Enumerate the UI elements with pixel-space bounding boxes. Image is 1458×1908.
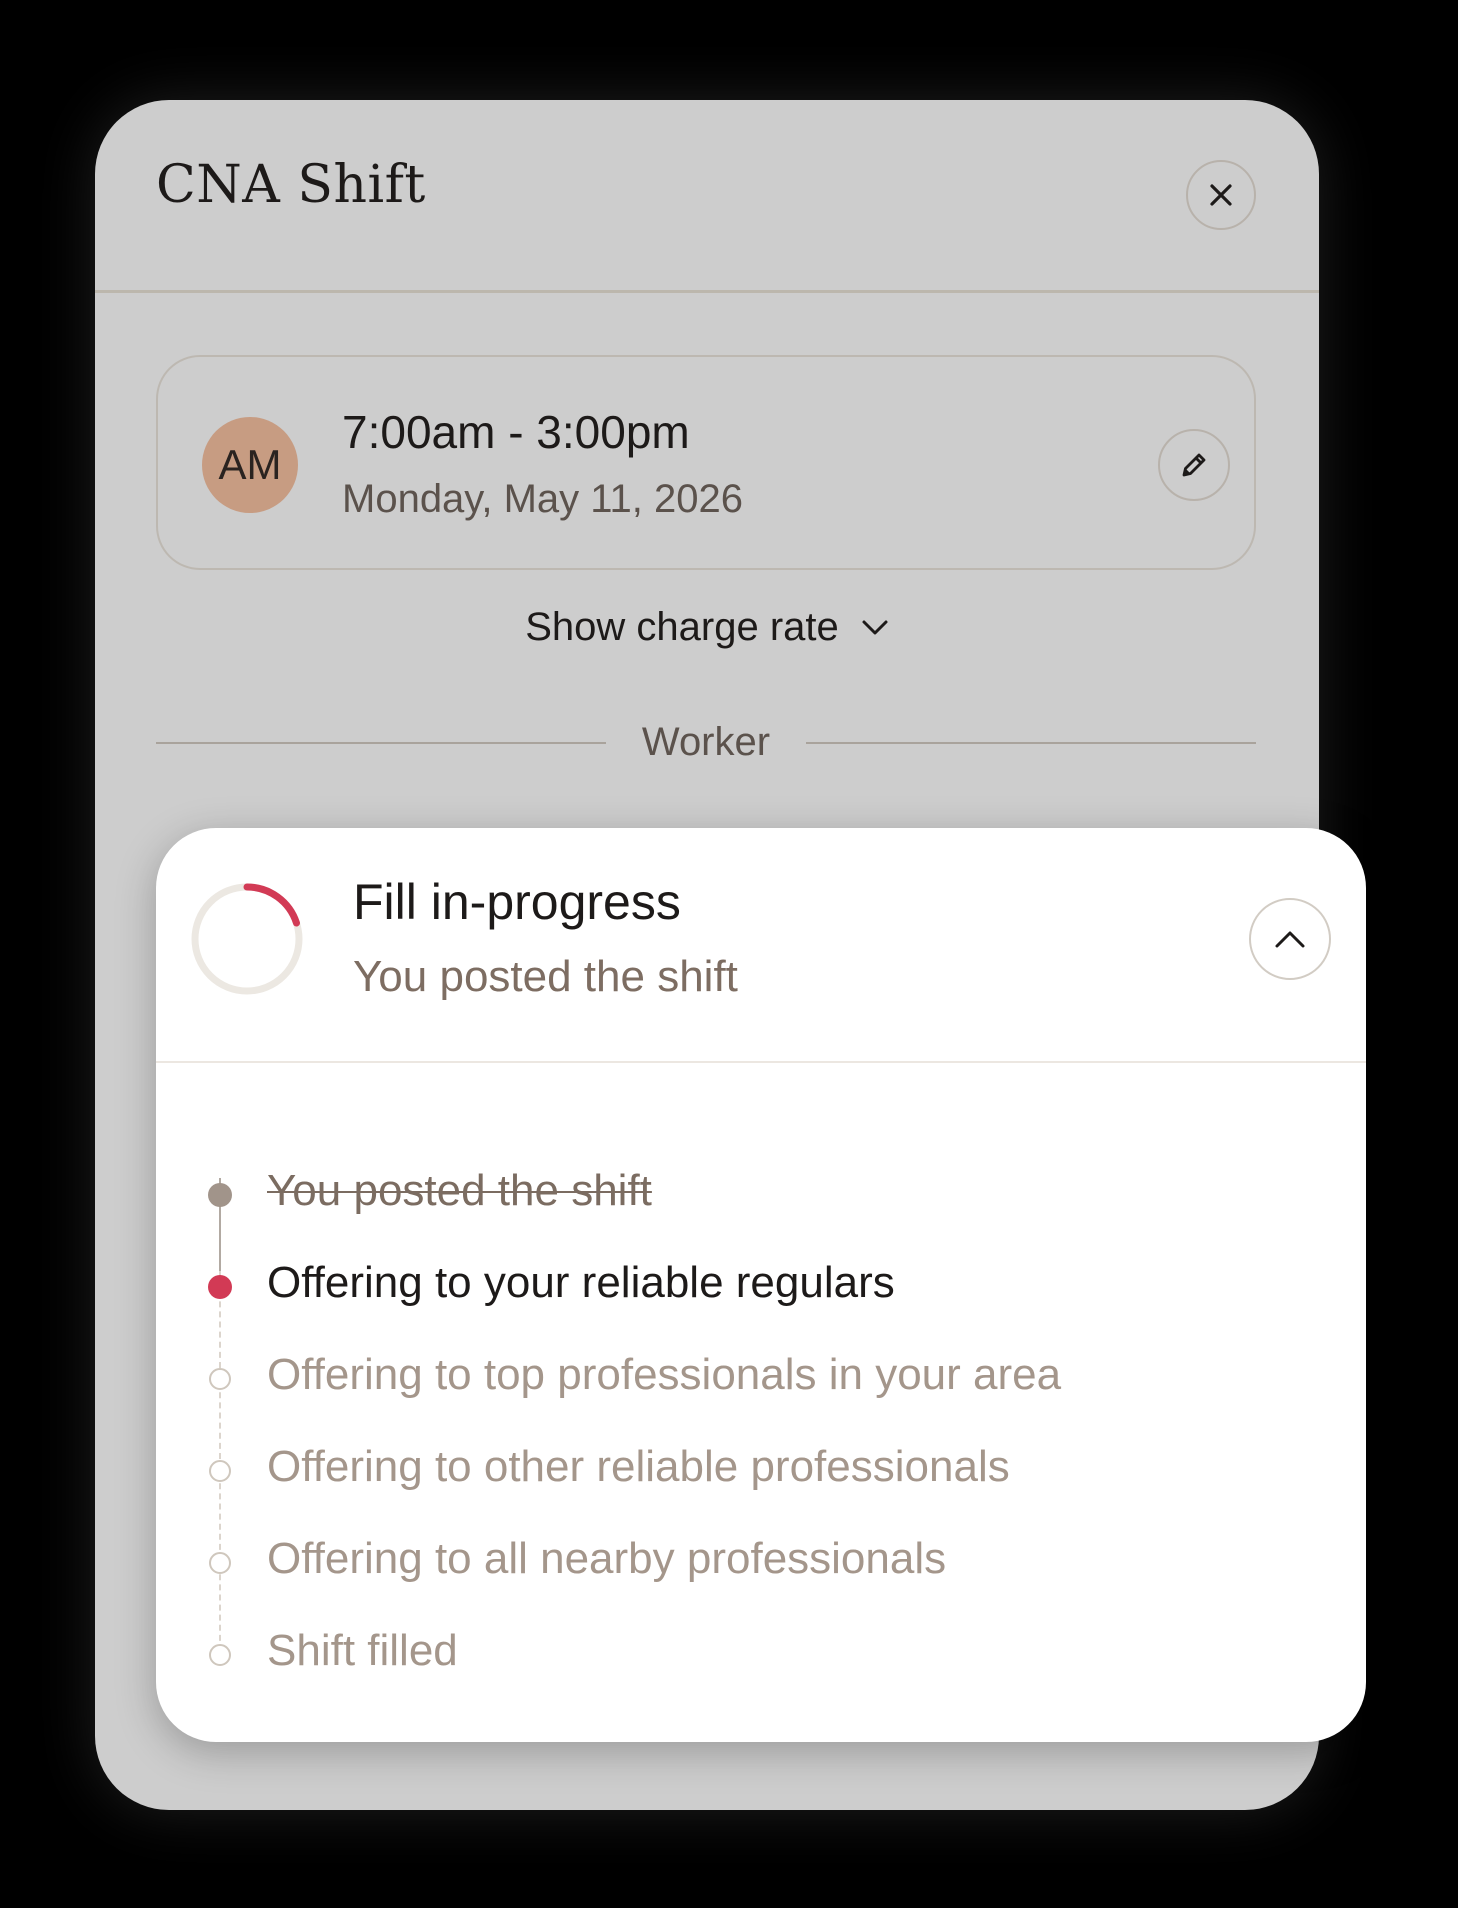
timeline-step-label: Offering to top professionals in your ar… <box>267 1350 1062 1399</box>
timeline-dot-active <box>208 1275 232 1299</box>
show-charge-rate-label: Show charge rate <box>525 605 839 649</box>
close-button[interactable] <box>1186 160 1256 230</box>
worker-section-divider: Worker <box>156 712 1256 772</box>
avatar: AM <box>202 417 298 513</box>
modal-title: CNA Shift <box>156 155 426 215</box>
shift-card: AM 7:00am - 3:00pm Monday, May 11, 2026 <box>156 355 1256 570</box>
timeline-step-label: Offering to your reliable regulars <box>267 1258 895 1307</box>
timeline-dot-pending <box>209 1460 231 1482</box>
close-icon <box>1210 184 1232 206</box>
timeline-dot-pending <box>209 1644 231 1666</box>
timeline-step-label: Offering to other reliable professionals <box>267 1442 1010 1491</box>
shift-time-range: 7:00am - 3:00pm <box>342 406 690 458</box>
chevron-down-icon <box>862 620 888 634</box>
pencil-icon <box>1182 453 1206 477</box>
fill-progress-panel: Fill in-progress You posted the shift Yo… <box>156 828 1366 1742</box>
timeline-dot-pending <box>209 1552 231 1574</box>
timeline-dot-pending <box>209 1368 231 1390</box>
header-divider <box>95 290 1319 293</box>
edit-shift-button[interactable] <box>1158 429 1230 501</box>
timeline-step-label: You posted the shift <box>267 1166 652 1215</box>
fill-timeline: You posted the shift Offering to your rel… <box>156 828 1366 1742</box>
timeline-dot-done <box>208 1183 232 1207</box>
timeline-step-label: Offering to all nearby professionals <box>267 1534 947 1583</box>
timeline-step-label: Shift filled <box>267 1626 458 1675</box>
shift-date: Monday, May 11, 2026 <box>342 477 743 521</box>
show-charge-rate-button[interactable]: Show charge rate <box>95 605 1319 650</box>
divider-line <box>806 742 1256 744</box>
